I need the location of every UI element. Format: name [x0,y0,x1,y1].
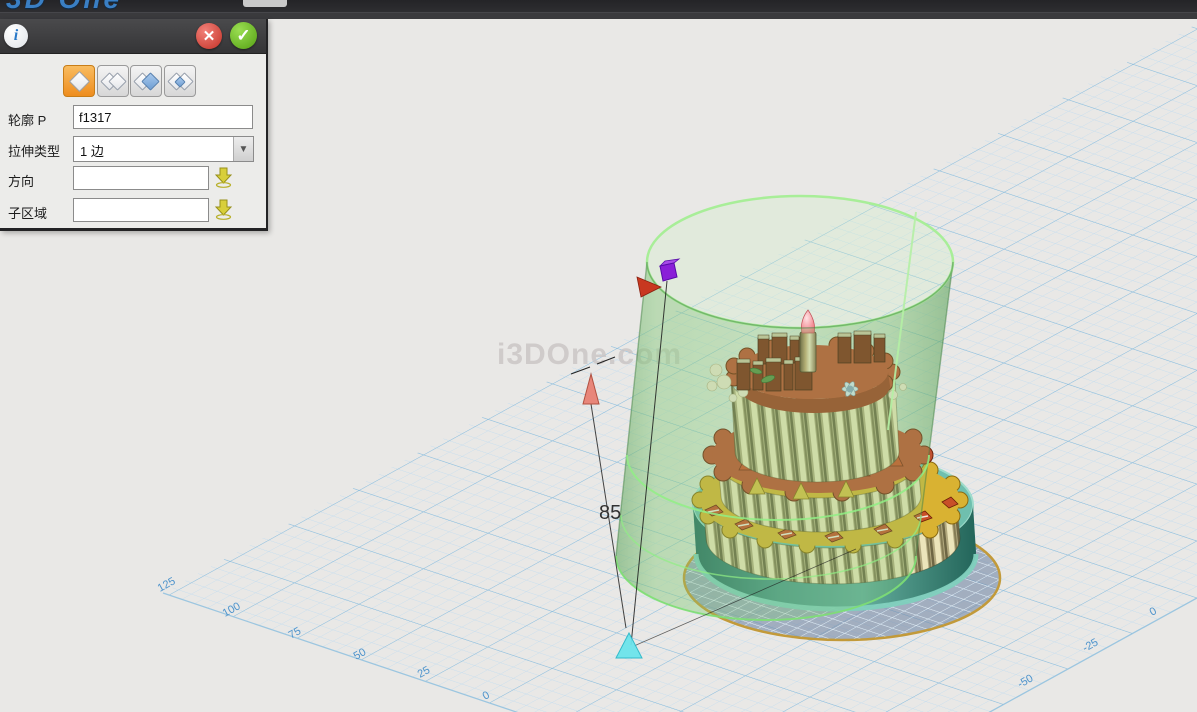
dimension-value-label: 85 [599,502,621,524]
extrude-type-label: 拉伸类型 [8,141,60,160]
confirm-button[interactable]: ✓ [230,22,257,49]
mode-button-intersect[interactable] [164,65,196,97]
dialog-header: i ✕ ✓ [0,19,266,54]
info-icon[interactable]: i [4,24,28,48]
direction-input[interactable] [73,166,209,190]
subregion-picker-icon[interactable] [214,198,233,220]
subregion-label: 子区域 [8,203,47,222]
direction-picker-icon[interactable] [214,166,233,188]
extrude-type-value: 1 边 [80,141,104,160]
app-logo: 3D One [6,0,122,15]
dropdown-arrow-icon[interactable]: ▼ [233,137,253,161]
mode-button-subtract[interactable] [130,65,162,97]
extrude-dialog: i ✕ ✓ 轮廓 P 拉伸类型 1 边 ▼ 方向 [0,19,268,231]
title-bar: 3D One [0,0,1197,19]
direction-label: 方向 [8,171,34,190]
subregion-input[interactable] [73,198,209,222]
diamond-icon [69,71,90,92]
cancel-button[interactable]: ✕ [196,23,222,49]
mode-button-add[interactable] [97,65,129,97]
profile-label: 轮廓 P [8,110,46,129]
application-window: 125 100 75 50 25 0 0 -25 -50 i3DOne.com [0,0,1197,712]
title-bar-seam [0,12,1197,19]
profile-input[interactable] [73,105,253,129]
extrude-type-select[interactable]: 1 边 ▼ [73,136,254,162]
title-bar-tab[interactable] [243,0,287,7]
mode-button-extrude[interactable] [63,65,95,97]
